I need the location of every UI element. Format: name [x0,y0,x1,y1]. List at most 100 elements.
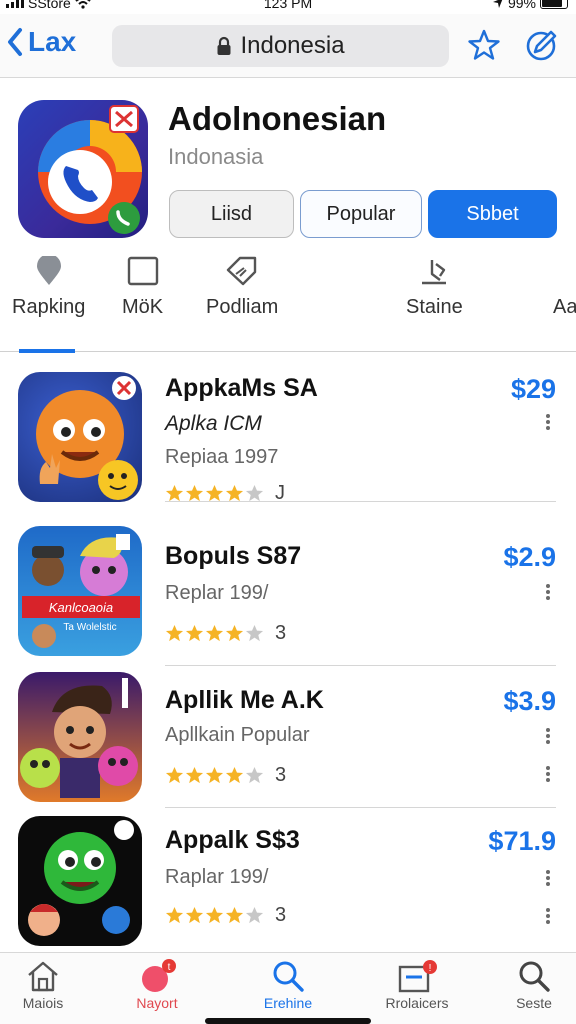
app-price[interactable]: $2.9 [503,542,556,573]
rating-count: 3 [275,904,287,926]
app-info: Apllkain Popular [165,724,310,746]
list-item[interactable]: AppkaMs SA Aplka ICM Repiaa 1997 J $29 [0,354,576,504]
rating-count: 3 [275,764,287,786]
tab-seste[interactable]: Seste [479,959,576,1011]
tab-nayort-label: Nayort [136,995,178,1011]
lock-icon [217,36,231,55]
svg-text:Ta Wolelstic: Ta Wolelstic [63,622,116,633]
more-options-icon[interactable] [544,412,552,436]
location-icon [492,0,503,8]
pin-icon [36,256,61,285]
address-field[interactable]: Indonesia [112,25,449,67]
list-item[interactable]: Kanlcoaoia Ta Wolelstic Bopuls S87 Repla… [0,522,576,666]
inbox-icon: ! [398,960,437,993]
star-empty-icon [245,624,264,642]
tab-staine[interactable]: Staine [406,256,463,319]
star-icon [165,624,184,642]
tab-rrolaicers-label: Rrolaicers [385,995,449,1011]
bubble-icon: t [142,959,176,992]
edit-icon [422,260,447,285]
status-bar: SStore 123 PM 99% [0,0,576,14]
tab-podliam[interactable]: Podliam [206,256,278,319]
app-info: Replar 199/ [165,582,269,604]
square-icon [127,256,158,286]
battery-percent: 99% [507,0,536,11]
svg-text:Kanlcoaoia: Kanlcoaoia [49,600,113,615]
tab-home[interactable]: Maiois [0,959,98,1011]
star-icon[interactable] [467,28,501,62]
star-icon [205,906,224,924]
tab-staine-label: Staine [406,296,463,318]
frog-app-icon [18,816,142,946]
tab-bar: Maiois t Nayort Erehine ! Rrolaicers Ses… [0,952,576,1024]
search-icon [273,961,304,992]
app-subtitle: Indonasia [168,144,264,169]
tab-ranking[interactable]: Rapking [12,256,85,319]
app-publisher: Aplka ICM [165,412,262,435]
row-divider [165,500,556,502]
start-button[interactable]: Sbbet [428,190,557,238]
tab-rrolaicers[interactable]: ! Rrolaicers [362,959,472,1011]
app-price[interactable]: $3.9 [503,686,556,717]
tag-icon [226,256,257,286]
back-label: Lax [28,26,77,57]
list-item[interactable]: Apllik Me A.K Apllkain Popular 3 $3.9 [0,666,576,808]
tab-mok-label: MöK [122,296,164,318]
address-text: Indonesia [240,32,345,59]
star-icon [185,766,204,784]
app-name: AppkaMs SA [165,374,318,402]
more-options-icon[interactable] [544,726,552,750]
app-title: Adolnonesian [168,100,387,137]
app-info: Repiaa 1997 [165,446,279,468]
list-item[interactable]: Appalk S$3 Raplar 199/ 3 $71.9 [0,808,576,952]
monster-app-icon [18,372,142,502]
home-indicator [205,1018,371,1024]
more-options-icon[interactable] [544,582,552,606]
tab-search[interactable]: Erehine [233,959,343,1011]
star-empty-icon [245,766,264,784]
more-options-icon[interactable] [544,764,552,788]
chevron-left-icon [8,28,22,56]
star-rating: 3 [165,622,286,645]
phone-app-icon[interactable] [18,100,148,238]
game-app-icon: Kanlcoaoia Ta Wolelstic [18,526,142,656]
app-name: Apllik Me A.K [165,686,324,714]
list-button[interactable]: Liisd [169,190,294,238]
notification-badge: ! [429,963,432,974]
clock: 123 PM [263,0,313,11]
tab-ranking-label: Rapking [12,296,86,318]
app-price[interactable]: $29 [511,374,556,405]
star-icon [185,906,204,924]
star-icon [165,906,184,924]
home-icon [28,961,58,992]
notification-badge: t [168,962,171,973]
compose-icon[interactable] [524,28,558,62]
tab-more[interactable]: Aa [553,256,576,319]
battery-icon [540,0,568,9]
star-rating: 3 [165,764,286,787]
tab-more-label: Aa [553,296,576,318]
app-name: Appalk S$3 [165,826,300,854]
star-rating: 3 [165,904,286,927]
active-tab-indicator [19,349,75,353]
back-button[interactable]: Lax [6,26,76,58]
star-icon [205,624,224,642]
tab-home-label: Maiois [22,995,64,1011]
more-options-icon[interactable] [544,906,552,930]
more-options-icon[interactable] [544,868,552,892]
search-icon [519,961,550,992]
star-empty-icon [245,906,264,924]
app-info: Raplar 199/ [165,866,269,888]
app-header: Adolnonesian Indonasia Liisd Popular Sbb… [0,78,576,248]
star-icon [225,624,244,642]
popular-button[interactable]: Popular [300,190,422,238]
star-icon [225,766,244,784]
star-icon [185,624,204,642]
tab-mok[interactable]: MöK [122,256,163,319]
navigation-bar: Lax Indonesia [0,14,576,78]
app-price[interactable]: $71.9 [488,826,556,857]
app-name: Bopuls S87 [165,542,302,570]
tab-nayort[interactable]: t Nayort [102,959,212,1011]
tab-seste-label: Seste [516,995,552,1011]
category-tabs: Rapking MöK Podliam Staine Aa [0,248,576,353]
